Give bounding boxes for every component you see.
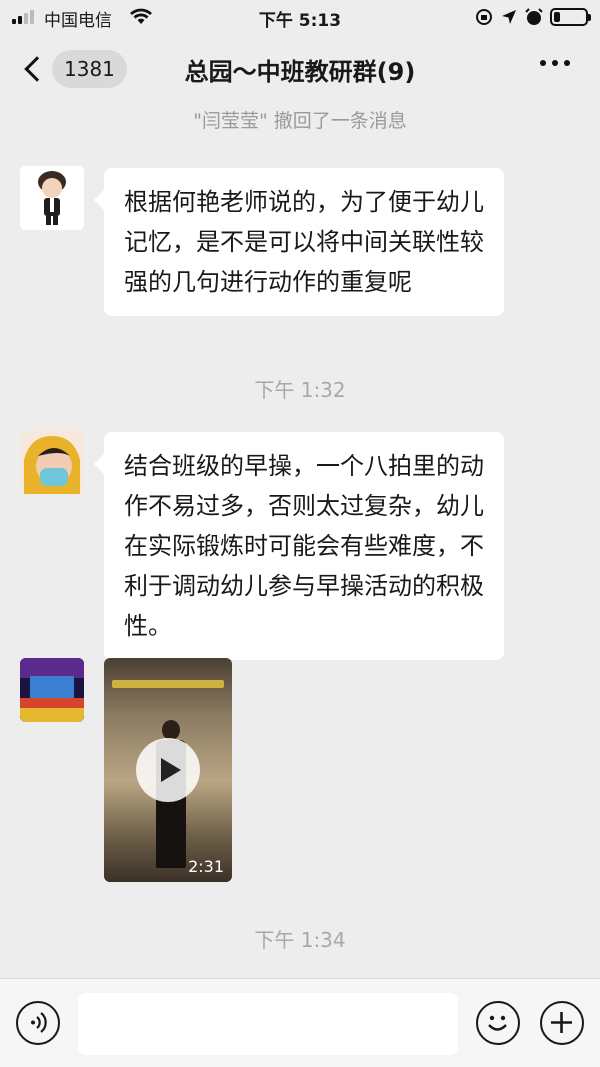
play-icon xyxy=(161,758,181,782)
nav-bar: 1381 总园～中班教研群(9) xyxy=(0,34,600,102)
more-dots-icon xyxy=(540,60,546,66)
message-input[interactable] xyxy=(78,993,458,1055)
chat-area[interactable]: "闫莹莹" 撤回了一条消息 根据何艳老师说的，为了便于幼儿记忆，是不是可以将中间… xyxy=(0,102,600,978)
play-button[interactable] xyxy=(136,738,200,802)
alarm-icon xyxy=(525,8,543,25)
avatar[interactable] xyxy=(20,166,84,230)
emoji-button[interactable] xyxy=(476,1001,520,1045)
avatar[interactable] xyxy=(20,430,84,494)
chat-title: 总园～中班教研群(9) xyxy=(184,58,416,86)
battery-icon xyxy=(550,8,591,26)
video-message[interactable]: 2:31 xyxy=(104,658,232,882)
video-duration: 2:31 xyxy=(188,857,224,876)
input-bar xyxy=(0,978,600,1067)
battery-level xyxy=(554,12,560,22)
voice-button[interactable] xyxy=(16,1001,60,1045)
location-icon xyxy=(502,10,516,24)
message-timestamp: 下午 1:34 xyxy=(254,928,346,952)
message-bubble[interactable]: 根据何艳老师说的，为了便于幼儿记忆，是不是可以将中间关联性较强的几句进行动作的重… xyxy=(94,168,504,316)
video-caption-strip xyxy=(112,680,224,688)
plus-icon xyxy=(551,1012,572,1033)
more-button[interactable] xyxy=(540,60,572,74)
child-avatar-icon xyxy=(20,430,84,494)
avatar[interactable] xyxy=(20,658,84,722)
recall-notice: "闫莹莹" 撤回了一条消息 xyxy=(193,110,407,132)
cartoon-boy-avatar-icon xyxy=(20,166,84,230)
more-dots-icon xyxy=(564,60,570,66)
emoji-icon xyxy=(488,1015,507,1031)
add-button[interactable] xyxy=(540,1001,584,1045)
status-bar: 中国电信 下午 5:13 xyxy=(0,0,600,34)
stage-photo-avatar-icon xyxy=(20,658,84,722)
message-bubble[interactable]: 结合班级的早操，一个八拍里的动作不易过多，否则太过复杂，幼儿在实际锻炼时可能会有… xyxy=(94,432,504,660)
more-dots-icon xyxy=(552,60,558,66)
status-icons xyxy=(474,6,591,28)
message-timestamp: 下午 1:32 xyxy=(254,378,346,402)
rotation-lock-icon xyxy=(476,9,492,25)
video-thumbnail-figure xyxy=(162,720,180,740)
voice-icon xyxy=(31,1012,47,1033)
